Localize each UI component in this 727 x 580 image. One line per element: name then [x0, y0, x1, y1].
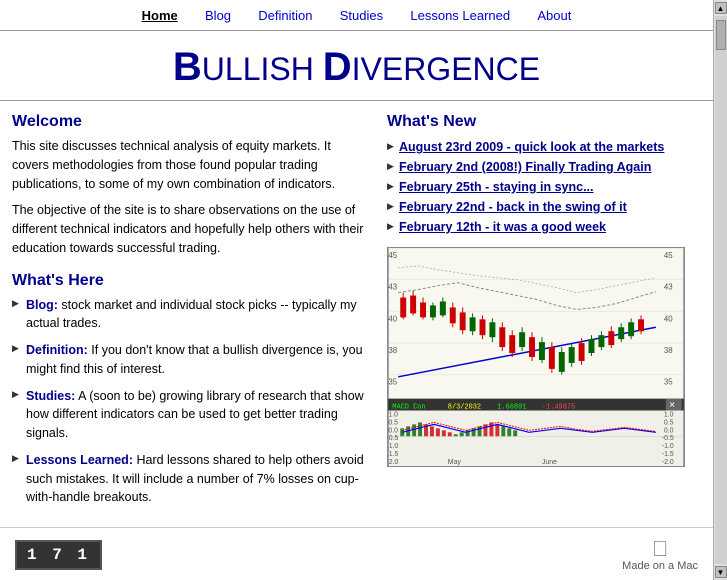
welcome-p1: This site discusses technical analysis o…	[12, 137, 367, 193]
main-content: Welcome This site discusses technical an…	[0, 113, 713, 515]
list-item: Studies: A (soon to be) growing library …	[12, 387, 367, 443]
svg-text:0.5: 0.5	[388, 419, 398, 426]
svg-text:1.0: 1.0	[664, 411, 674, 418]
stock-chart: 45 43 40 38 35 45 43 40 38 35	[387, 247, 685, 467]
lessons-link[interactable]: Lessons Learned:	[26, 453, 133, 467]
svg-text:43: 43	[388, 283, 397, 292]
svg-text:-0.5: -0.5	[662, 435, 674, 442]
whats-here-heading: What's Here	[12, 272, 367, 290]
whats-new-list: August 23rd 2009 - quick look at the mar…	[387, 137, 697, 237]
title-cap-b: B	[173, 45, 202, 89]
list-item: February 25th - staying in sync...	[387, 177, 697, 197]
blog-link[interactable]: Blog:	[26, 298, 58, 312]
svg-text:-0.5: -0.5	[388, 435, 398, 442]
svg-text:MACD Con: MACD Con	[392, 404, 425, 412]
scroll-down-arrow[interactable]: ▼	[715, 566, 727, 578]
scrollbar[interactable]: ▲ ▼	[713, 0, 727, 580]
news-link-3[interactable]: February 25th - staying in sync...	[399, 180, 594, 194]
nav-lessons-learned[interactable]: Lessons Learned	[410, 8, 510, 23]
svg-text:35: 35	[664, 378, 673, 387]
svg-text:45: 45	[664, 251, 673, 260]
svg-text:✕: ✕	[669, 401, 676, 410]
scroll-up-arrow[interactable]: ▲	[715, 2, 727, 14]
list-item: February 2nd (2008!) Finally Trading Aga…	[387, 157, 697, 177]
list-item: Definition: If you don't know that a bul…	[12, 341, 367, 379]
svg-text:-1.0: -1.0	[662, 443, 674, 450]
svg-text:1.0: 1.0	[388, 411, 398, 418]
list-item: Lessons Learned: Hard lessons shared to …	[12, 451, 367, 507]
svg-text:0.5: 0.5	[664, 419, 674, 426]
footer: 1 7 1  Made on a Mac	[0, 527, 713, 580]
svg-text:-1.49875: -1.49875	[542, 404, 575, 412]
scroll-track[interactable]	[715, 16, 727, 564]
svg-text:38: 38	[388, 346, 397, 355]
title-ullish: ULLISH	[202, 51, 323, 87]
welcome-p2: The objective of the site is to share ob…	[12, 201, 367, 257]
nav-bar: Home Blog Definition Studies Lessons Lea…	[0, 0, 713, 31]
whats-here-list: Blog: stock market and individual stock …	[12, 296, 367, 508]
news-link-5[interactable]: February 12th - it was a good week	[399, 220, 606, 234]
svg-text:40: 40	[388, 314, 397, 323]
svg-text:1.66891: 1.66891	[497, 404, 526, 412]
nav-studies[interactable]: Studies	[340, 8, 383, 23]
made-on-mac:  Made on a Mac	[622, 538, 698, 572]
nav-home[interactable]: Home	[142, 8, 178, 23]
made-on-mac-label: Made on a Mac	[622, 560, 698, 572]
studies-text: A (soon to be) growing library of resear…	[26, 389, 364, 441]
list-item: February 12th - it was a good week	[387, 217, 697, 237]
svg-text:45: 45	[388, 251, 397, 260]
news-link-4[interactable]: February 22nd - back in the swing of it	[399, 200, 627, 214]
svg-text:35: 35	[388, 378, 397, 387]
svg-text:0.0: 0.0	[388, 427, 398, 434]
studies-link[interactable]: Studies:	[26, 389, 75, 403]
scroll-thumb[interactable]	[716, 20, 726, 50]
svg-text:-1.5: -1.5	[388, 451, 398, 458]
right-column: What's New August 23rd 2009 - quick look…	[387, 113, 697, 515]
svg-text:43: 43	[664, 283, 673, 292]
svg-text:-2.0: -2.0	[388, 459, 398, 466]
svg-text:May: May	[448, 459, 462, 466]
left-column: Welcome This site discusses technical an…	[12, 113, 367, 515]
list-item: February 22nd - back in the swing of it	[387, 197, 697, 217]
nav-about[interactable]: About	[537, 8, 571, 23]
svg-text:-1.5: -1.5	[662, 451, 674, 458]
apple-logo-icon: 	[652, 538, 669, 560]
blog-text: stock market and individual stock picks …	[26, 298, 357, 331]
news-link-1[interactable]: August 23rd 2009 - quick look at the mar…	[399, 140, 664, 154]
svg-text:8/3/2032: 8/3/2032	[448, 404, 481, 412]
svg-text:-2.0: -2.0	[662, 459, 674, 466]
list-item: August 23rd 2009 - quick look at the mar…	[387, 137, 697, 157]
svg-text:40: 40	[664, 314, 673, 323]
nav-definition[interactable]: Definition	[258, 8, 312, 23]
site-title: BULLISH DIVERGENCE	[0, 31, 713, 101]
list-item: Blog: stock market and individual stock …	[12, 296, 367, 334]
welcome-heading: Welcome	[12, 113, 367, 131]
nav-blog[interactable]: Blog	[205, 8, 231, 23]
whats-new-heading: What's New	[387, 113, 697, 131]
svg-text:-1.0: -1.0	[388, 443, 398, 450]
svg-text:June: June	[542, 459, 557, 466]
svg-text:0.0: 0.0	[664, 427, 674, 434]
news-link-2[interactable]: February 2nd (2008!) Finally Trading Aga…	[399, 160, 651, 174]
definition-link[interactable]: Definition:	[26, 343, 88, 357]
svg-text:38: 38	[664, 346, 673, 355]
title-cap-d: D	[323, 45, 352, 89]
title-ivergence: IVERGENCE	[352, 51, 540, 87]
